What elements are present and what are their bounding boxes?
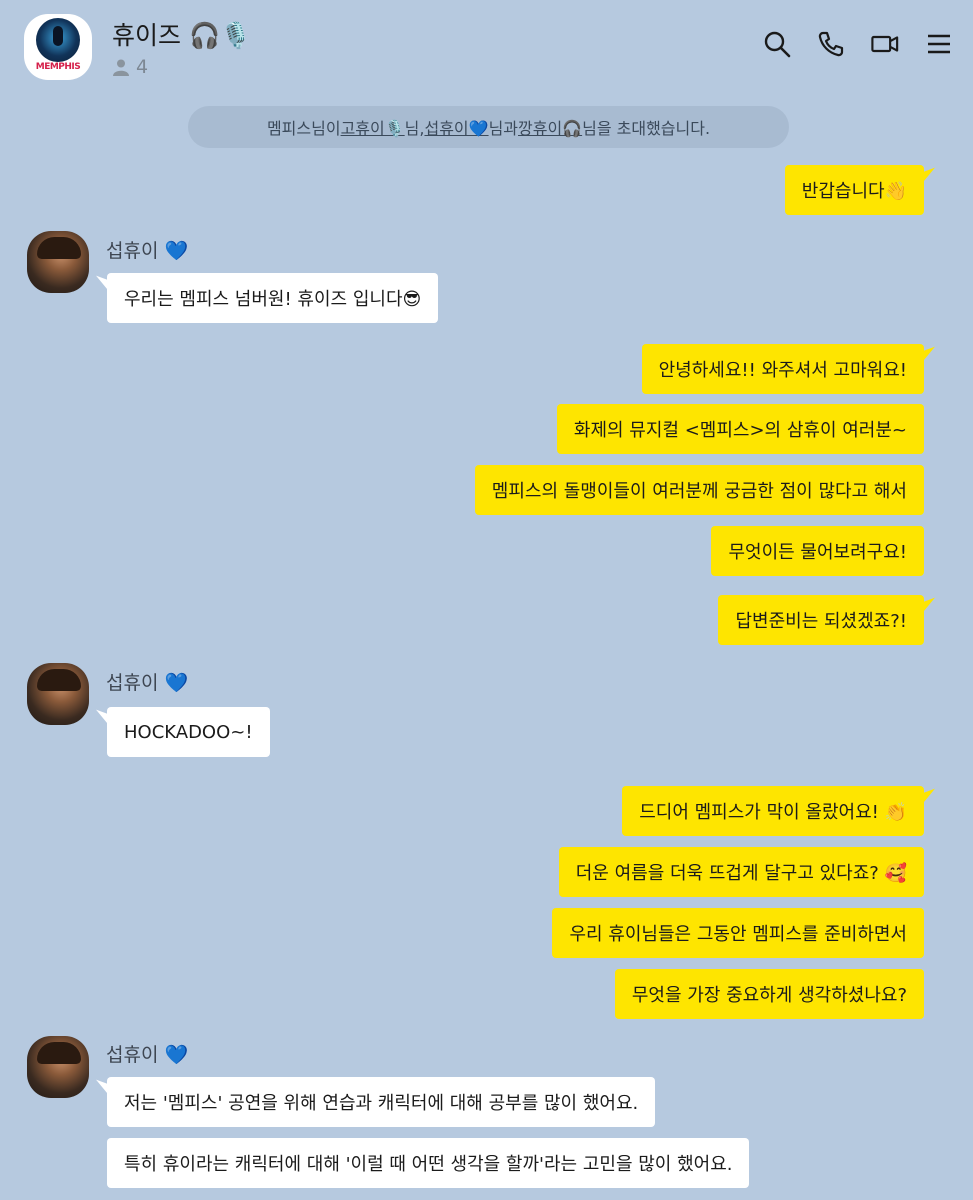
system-text: 님과: [488, 119, 519, 138]
sender-name: 섭휴이 💙: [106, 240, 189, 262]
incoming-message[interactable]: 저는 '멤피스' 공연을 위해 연습과 캐릭터에 대해 공부를 많이 했어요.: [107, 1077, 656, 1127]
system-text: 님,: [404, 119, 425, 138]
chat-header: MEMPHIS 휴이즈 🎧🎙️ 4: [0, 0, 973, 100]
phone-icon[interactable]: [817, 30, 845, 58]
outgoing-message[interactable]: 안녕하세요!! 와주셔서 고마워요!: [641, 344, 924, 394]
user-link-kkang-huey[interactable]: 깡휴이🎧: [518, 115, 582, 139]
outgoing-message[interactable]: 더운 여름을 더욱 뜨겁게 달구고 있다죠? 🥰: [558, 847, 924, 897]
microphone-icon: [53, 26, 63, 46]
user-link-go-huey[interactable]: 고휴이🎙️: [341, 115, 405, 139]
avatar-hair: [37, 237, 81, 259]
avatar-hair: [37, 669, 81, 691]
avatar[interactable]: [27, 663, 89, 725]
member-count[interactable]: 4: [112, 56, 148, 78]
room-avatar[interactable]: MEMPHIS: [24, 14, 92, 80]
system-text: 멤피스님이: [266, 119, 341, 138]
avatar[interactable]: [27, 1036, 89, 1098]
person-icon: [113, 59, 129, 76]
outgoing-message[interactable]: 화제의 뮤지컬 <멤피스>의 삼휴이 여러분~: [556, 404, 924, 454]
user-link-seop-huey[interactable]: 섭휴이💙: [424, 115, 488, 139]
video-call-icon[interactable]: [871, 30, 899, 58]
incoming-message[interactable]: HOCKADOO~!: [107, 707, 270, 757]
sender-name: 섭휴이 💙: [106, 1044, 189, 1066]
search-icon[interactable]: [763, 30, 791, 58]
outgoing-message[interactable]: 답변준비는 되셨겠죠?!: [718, 595, 924, 645]
system-invite-message: 멤피스님이 고휴이🎙️ 님, 섭휴이💙 님과 깡휴이🎧 님을 초대했습니다.: [188, 106, 789, 148]
outgoing-message[interactable]: 드디어 멤피스가 막이 올랐어요! 👏: [622, 786, 924, 836]
system-text: 님을 초대했습니다.: [582, 119, 711, 138]
outgoing-message[interactable]: 무엇이든 물어보려구요!: [711, 526, 924, 576]
avatar[interactable]: [27, 231, 89, 293]
incoming-message[interactable]: 특히 휴이라는 캐릭터에 대해 '이럴 때 어떤 생각을 할까'라는 고민을 많…: [107, 1138, 750, 1188]
outgoing-message[interactable]: 우리 휴이님들은 그동안 멤피스를 준비하면서: [552, 908, 924, 958]
room-title: 휴이즈 🎧🎙️: [112, 21, 252, 50]
outgoing-message[interactable]: 반갑습니다👋: [784, 165, 924, 215]
menu-icon[interactable]: [925, 30, 953, 58]
avatar-hair: [37, 1042, 81, 1064]
member-count-value: 4: [136, 56, 149, 78]
outgoing-message[interactable]: 무엇을 가장 중요하게 생각하셨나요?: [614, 969, 924, 1019]
incoming-message[interactable]: 우리는 멤피스 넘버원! 휴이즈 입니다😎: [107, 273, 439, 323]
room-avatar-brand: MEMPHIS: [35, 62, 81, 72]
outgoing-message[interactable]: 멤피스의 돌맹이들이 여러분께 궁금한 점이 많다고 해서: [474, 465, 924, 515]
sender-name: 섭휴이 💙: [106, 672, 189, 694]
